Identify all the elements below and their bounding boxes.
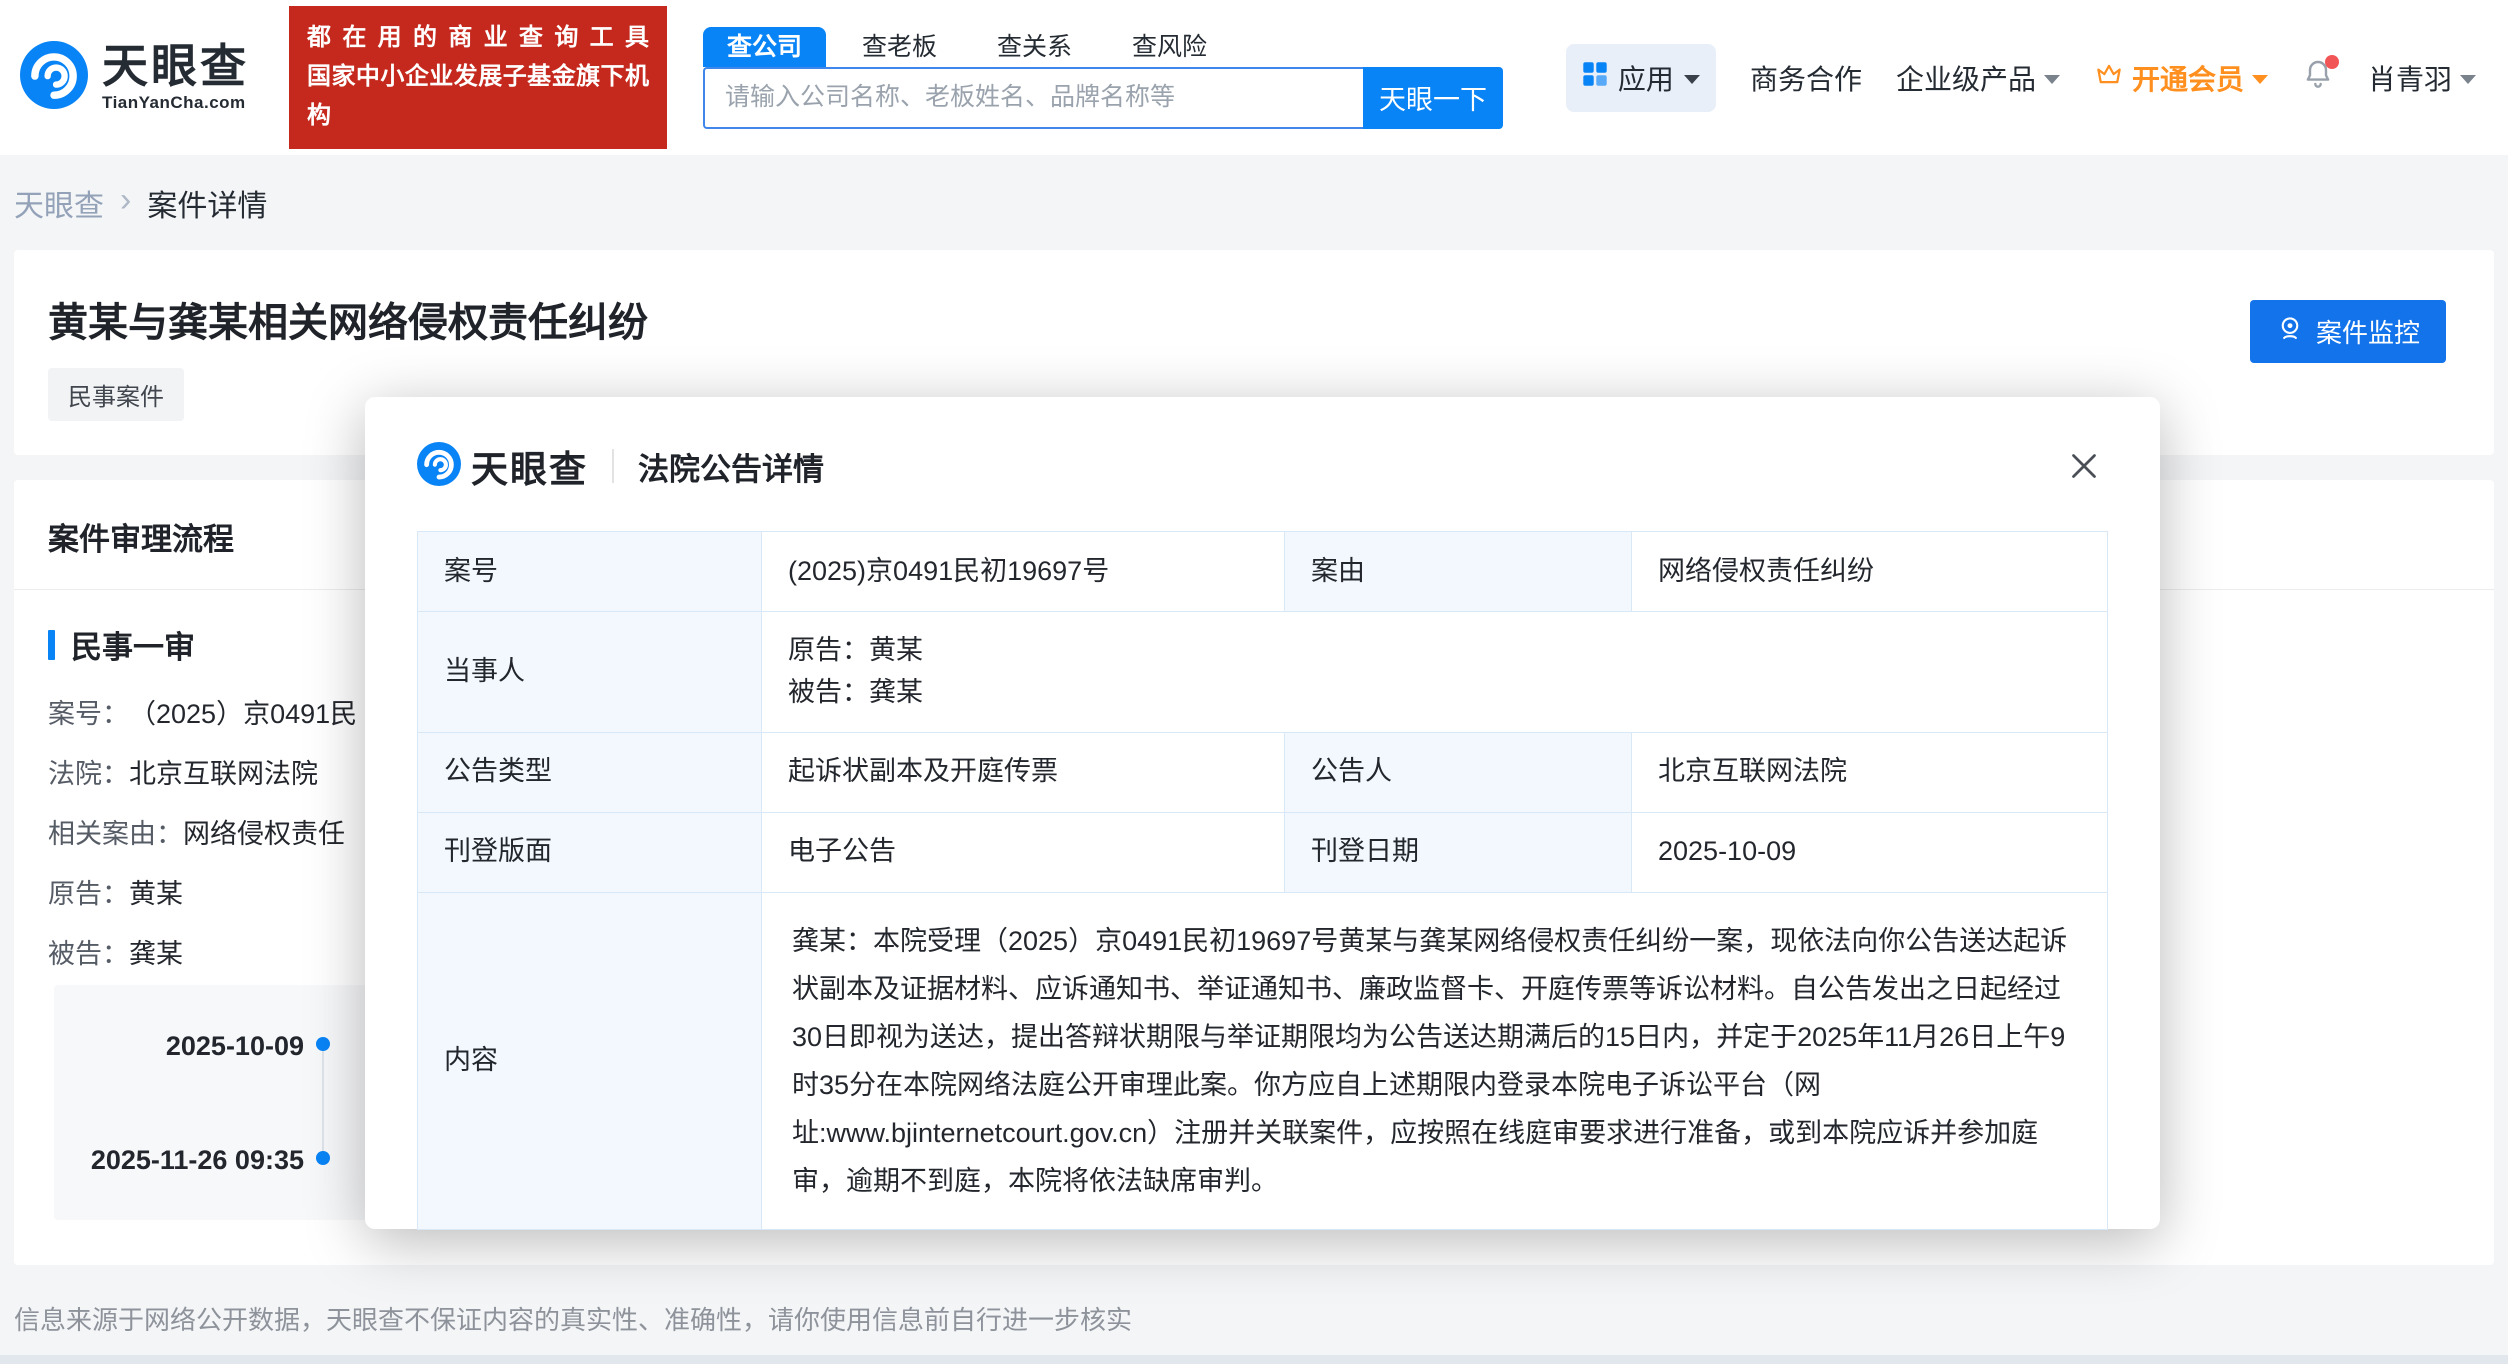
table-row: 刊登版面 电子公告 刊登日期 2025-10-09: [418, 812, 2108, 892]
content-label: 内容: [418, 892, 762, 1229]
table-row: 公告类型 起诉状副本及开庭传票 公告人 北京互联网法院: [418, 732, 2108, 812]
breadcrumb: 天眼查 › 案件详情: [0, 155, 2508, 250]
notifications-button[interactable]: [2302, 58, 2334, 97]
party-value: 原告：黄某 被告：龚某: [762, 612, 2108, 733]
chevron-down-icon: [2044, 75, 2060, 84]
header-nav: 应用 商务合作 企业级产品 开通会员: [1566, 44, 2488, 112]
publication-date-label: 刊登日期: [1285, 812, 1632, 892]
tab-relation[interactable]: 查关系: [973, 27, 1096, 67]
nav-cooperation[interactable]: 商务合作: [1750, 58, 1862, 98]
case-type-badge: 民事案件: [48, 368, 184, 421]
tab-company[interactable]: 查公司: [703, 27, 826, 67]
announcement-type-label: 公告类型: [418, 732, 762, 812]
slogan-line2: 国家中小企业发展子基金旗下机构: [307, 58, 649, 136]
table-row: 案号 (2025)京0491民初19697号 案由 网络侵权责任纠纷: [418, 532, 2108, 612]
timeline-connector: [322, 1045, 324, 1160]
timeline-dot: [316, 1151, 330, 1165]
publication-page-value: 电子公告: [762, 812, 1285, 892]
top-header: 天眼查 TianYanCha.com 都在用的商业查询工具 国家中小企业发展子基…: [0, 0, 2508, 155]
notification-dot: [2325, 55, 2339, 69]
close-icon[interactable]: [2060, 442, 2108, 490]
publication-page-label: 刊登版面: [418, 812, 762, 892]
case-number-label: 案号: [418, 532, 762, 612]
divider: [612, 449, 614, 483]
vip-upgrade-button[interactable]: 开通会员: [2094, 58, 2268, 98]
brand-domain: TianYanCha.com: [102, 93, 249, 113]
chevron-down-icon: [1684, 75, 1700, 84]
stage-accent-bar: [48, 630, 55, 660]
cause-value: 网络侵权责任纠纷: [1632, 532, 2108, 612]
breadcrumb-home[interactable]: 天眼查: [14, 181, 104, 225]
announcement-type-value: 起诉状副本及开庭传票: [762, 732, 1285, 812]
party-label: 当事人: [418, 612, 762, 733]
table-row: 当事人 原告：黄某 被告：龚某: [418, 612, 2108, 733]
chevron-down-icon: [2252, 75, 2268, 84]
breadcrumb-current: 案件详情: [147, 181, 267, 225]
slogan-badge: 都在用的商业查询工具 国家中小企业发展子基金旗下机构: [289, 6, 667, 149]
chevron-down-icon: [2460, 75, 2476, 84]
modal-brand-name: 天眼查: [471, 439, 588, 493]
announcer-label: 公告人: [1285, 732, 1632, 812]
search-input[interactable]: [703, 67, 1363, 129]
username: 肖青羽: [2368, 58, 2452, 98]
party-defendant: 被告：龚某: [788, 672, 2081, 714]
chevron-right-icon: ›: [120, 181, 131, 220]
apps-label: 应用: [1618, 58, 1674, 98]
cause-label: 案由: [1285, 532, 1632, 612]
tianyancha-wave-icon: [417, 442, 461, 491]
modal-header: 天眼查 法院公告详情: [365, 397, 2160, 493]
user-menu[interactable]: 肖青羽: [2368, 58, 2476, 98]
tab-boss[interactable]: 查老板: [838, 27, 961, 67]
party-plaintiff: 原告：黄某: [788, 630, 2081, 672]
tianyancha-logo[interactable]: 天眼查 TianYanCha.com: [20, 41, 249, 114]
tianyancha-wave-icon: [20, 41, 88, 114]
slogan-line1: 都在用的商业查询工具: [307, 19, 649, 58]
timeline-dot: [316, 1037, 330, 1051]
disclaimer-text: 信息来源于网络公开数据，天眼查不保证内容的真实性、准确性，请你使用信息前自行进一…: [14, 1300, 1132, 1337]
modal-logo: 天眼查: [417, 439, 588, 493]
nav-enterprise[interactable]: 企业级产品: [1896, 58, 2060, 98]
announcement-table: 案号 (2025)京0491民初19697号 案由 网络侵权责任纠纷 当事人 原…: [417, 531, 2108, 1230]
tab-risk[interactable]: 查风险: [1108, 27, 1231, 67]
announcer-value: 北京互联网法院: [1632, 732, 2108, 812]
case-number-value: (2025)京0491民初19697号: [762, 532, 1285, 612]
webcam-icon: [2276, 314, 2304, 349]
publication-date-value: 2025-10-09: [1632, 812, 2108, 892]
search-button[interactable]: 天眼一下: [1363, 67, 1503, 129]
table-row: 内容 龚某：本院受理（2025）京0491民初19697号黄某与龚某网络侵权责任…: [418, 892, 2108, 1229]
case-monitor-button[interactable]: 案件监控: [2250, 300, 2446, 363]
timeline-date-1: 2025-10-09: [54, 1031, 304, 1062]
content-value: 龚某：本院受理（2025）京0491民初19697号黄某与龚某网络侵权责任纠纷一…: [762, 892, 2108, 1229]
search-tabs: 查公司 查老板 查关系 查风险: [703, 27, 1503, 67]
court-announcement-modal: 天眼查 法院公告详情 案号 (2025)京0491民初19697号 案由 网络侵…: [365, 397, 2160, 1229]
page-title: 黄某与龚某相关网络侵权责任纠纷: [14, 250, 2494, 348]
crown-icon: [2094, 59, 2124, 96]
search-area: 查公司 查老板 查关系 查风险 天眼一下: [703, 27, 1503, 129]
brand-name: 天眼查: [102, 42, 249, 90]
apps-menu-button[interactable]: 应用: [1566, 44, 1716, 112]
page-bottom-strip: [0, 1355, 2508, 1364]
modal-title: 法院公告详情: [638, 444, 824, 489]
timeline-date-2: 2025-11-26 09:35: [54, 1145, 304, 1176]
grid-icon: [1582, 61, 1608, 94]
